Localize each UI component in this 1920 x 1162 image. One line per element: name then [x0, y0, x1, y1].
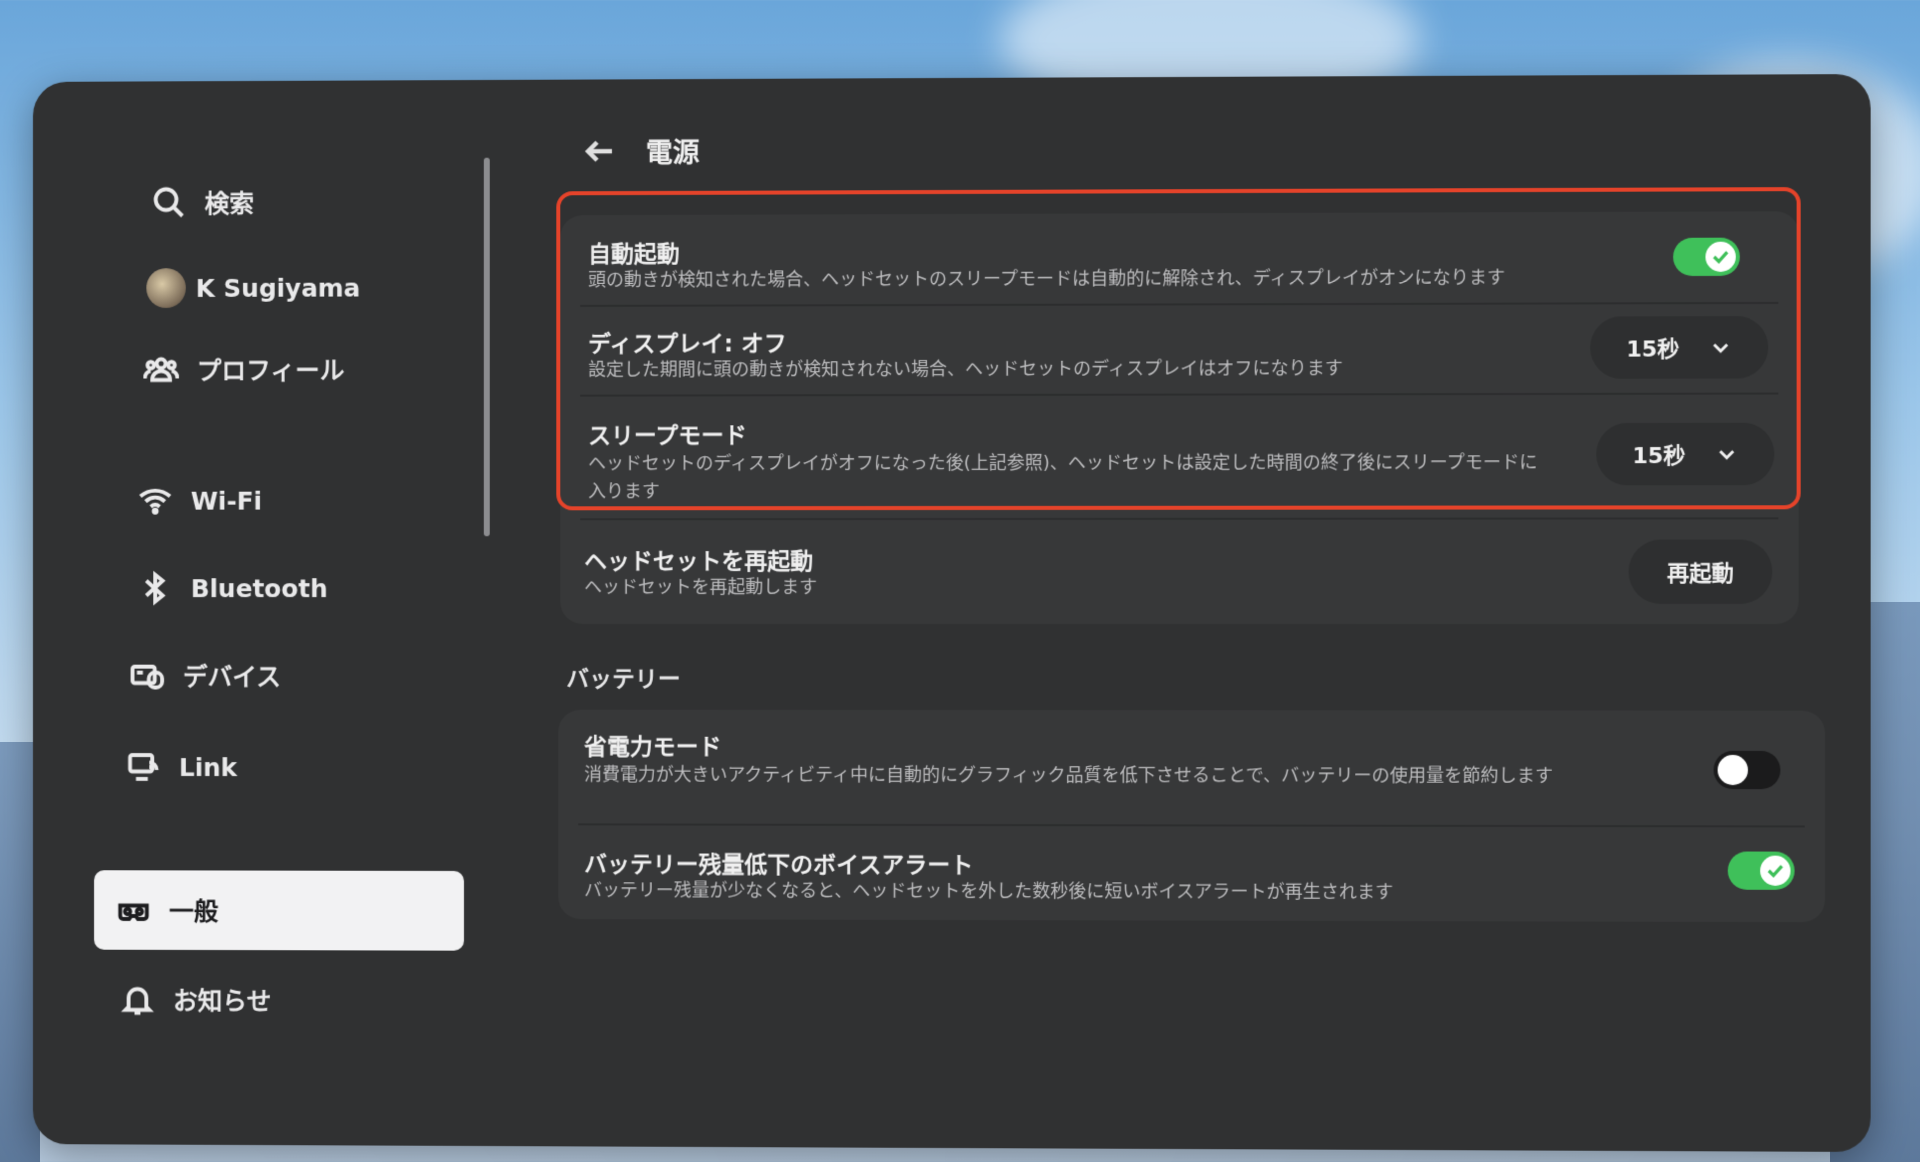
sidebar-item-label: お知らせ [173, 986, 272, 1016]
wifi-icon [137, 483, 173, 519]
page-title: 電源 [645, 137, 700, 170]
devices-icon [130, 658, 166, 694]
sidebar-item-label: Bluetooth [190, 573, 328, 603]
low-battery-alert-row: バッテリー残量低下のボイスアラート バッテリー残量が少なくなると、ヘッドセットを… [558, 825, 1825, 922]
restart-row: ヘッドセットを再起動 ヘッドセットを再起動します 再起動 [560, 517, 1798, 618]
battery-settings-card: 省電力モード 消費電力が大きいアクティビティ中に自動的にグラフィック品質を低下さ… [558, 709, 1826, 923]
sidebar-item-label: K Sugiyama [195, 273, 361, 303]
power-saving-title: 省電力モード [584, 734, 722, 761]
low-battery-alert-desc: バッテリー残量が少なくなると、ヘッドセットを外した数秒後に短いボイスアラートが再… [584, 880, 1394, 904]
power-saving-toggle[interactable] [1713, 750, 1781, 790]
settings-panel: 検索 K Sugiyama プロフィール Wi-Fi Bluetooth デバイ… [32, 74, 1871, 1152]
low-battery-alert-toggle[interactable] [1727, 851, 1795, 890]
power-saving-desc: 消費電力が大きいアクティビティ中に自動的にグラフィック品質を低下させることで、バ… [584, 764, 1554, 787]
sidebar-scrollbar[interactable] [483, 157, 490, 537]
sidebar-item-label: デバイス [182, 662, 281, 692]
restart-title: ヘッドセットを再起動 [584, 549, 814, 576]
bell-icon [120, 982, 156, 1018]
restart-button[interactable]: 再起動 [1628, 539, 1773, 604]
power-saving-row: 省電力モード 消費電力が大きいアクティビティ中に自動的にグラフィック品質を低下さ… [558, 710, 1825, 826]
page-header: 電源 [582, 131, 700, 170]
sidebar-item-devices[interactable]: デバイス [130, 658, 281, 694]
back-arrow-icon[interactable] [582, 133, 618, 169]
sidebar-item-label: 検索 [204, 189, 255, 219]
sidebar: 検索 K Sugiyama プロフィール Wi-Fi Bluetooth デバイ… [33, 80, 508, 1146]
sidebar-item-label: プロフィール [196, 356, 345, 386]
toggle-knob [1760, 855, 1791, 886]
check-icon [1764, 860, 1786, 882]
low-battery-alert-title: バッテリー残量低下のボイスアラート [584, 852, 974, 880]
battery-section-label: バッテリー [566, 666, 681, 693]
link-icon [126, 749, 162, 785]
sidebar-item-label: 一般 [169, 897, 219, 927]
toggle-knob [1717, 754, 1748, 786]
sidebar-item-wifi[interactable]: Wi-Fi [137, 483, 262, 519]
sidebar-item-notifications[interactable]: お知らせ [120, 982, 272, 1018]
sidebar-item-link[interactable]: Link [126, 749, 238, 785]
sidebar-item-account[interactable]: K Sugiyama [146, 268, 360, 308]
sidebar-item-bluetooth[interactable]: Bluetooth [137, 570, 328, 606]
highlight-frame [556, 187, 1801, 511]
restart-desc: ヘッドセットを再起動します [584, 577, 818, 599]
headset-icon [116, 892, 152, 928]
sidebar-item-general[interactable]: 一般 [94, 870, 464, 951]
people-icon [143, 352, 179, 388]
sidebar-item-profile[interactable]: プロフィール [143, 351, 345, 388]
sidebar-item-label: Link [178, 752, 238, 782]
avatar [146, 268, 186, 308]
sidebar-item-search[interactable]: 検索 [151, 184, 254, 220]
sidebar-item-label: Wi-Fi [190, 486, 263, 516]
bluetooth-icon [137, 570, 173, 606]
search-icon [151, 185, 187, 221]
